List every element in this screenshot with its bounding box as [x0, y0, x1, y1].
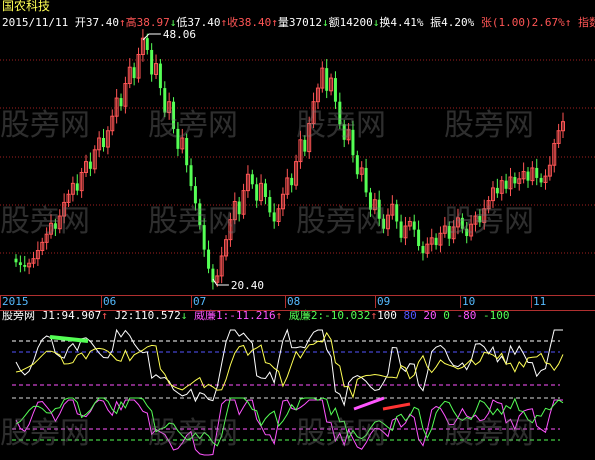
high-leader-line	[142, 33, 161, 41]
candle-body	[535, 167, 539, 178]
candle-body	[250, 174, 254, 185]
candle-body	[268, 196, 272, 213]
candle-body	[333, 78, 337, 102]
candle-body	[163, 88, 167, 113]
candle-body	[102, 137, 106, 148]
candle-body	[417, 229, 421, 246]
quote-segment: ↑	[118, 16, 126, 29]
quote-segment: 振4.20%	[423, 16, 475, 29]
month-label: 09	[377, 295, 391, 308]
stock-name: 国农科技	[2, 0, 51, 13]
candle-body	[465, 228, 469, 236]
candle-body	[526, 171, 530, 181]
candle-body	[150, 49, 154, 75]
candle-body	[119, 98, 123, 107]
quote-segment: 指数	[577, 16, 595, 29]
candle-body	[513, 177, 517, 184]
candle-body	[272, 212, 276, 222]
price-chart[interactable]: 48.06 20.40	[0, 0, 595, 460]
candle-body	[338, 101, 342, 125]
candle-body	[132, 67, 136, 79]
month-tick	[531, 296, 532, 308]
quote-segment: 换4.41%	[379, 16, 424, 29]
month-tick	[101, 296, 102, 308]
month-label: 10	[462, 295, 476, 308]
candle-body	[237, 201, 241, 215]
month-label: 08	[287, 295, 301, 308]
month-label: 11	[533, 295, 547, 308]
month-label: 07	[193, 295, 207, 308]
candle-body	[202, 225, 206, 250]
candle-body	[189, 165, 193, 187]
candle-body	[290, 177, 294, 186]
signal-marker-magenta	[353, 396, 385, 411]
candle-body	[18, 262, 22, 266]
candle-body	[172, 101, 176, 129]
quote-segment: 2015/11/11	[2, 16, 69, 29]
candle-body	[478, 216, 482, 223]
candle-body	[158, 63, 162, 89]
candle-body	[263, 183, 267, 197]
candle-body	[255, 184, 259, 201]
quote-segment: 低37.40	[176, 16, 221, 29]
month-tick	[285, 296, 286, 308]
quote-segment: 收38.40	[227, 16, 272, 29]
candle-body	[460, 217, 464, 229]
month-tick	[460, 296, 461, 308]
stock-chart-window[interactable]: 48.06 20.40 国农科技 2015/11/11 开37.40↑高38.97…	[0, 0, 595, 460]
candle-body	[382, 218, 386, 229]
candle-body	[193, 186, 197, 204]
candle-body	[176, 128, 180, 149]
quote-segment: 高38.97	[125, 16, 170, 29]
candle-body	[539, 177, 543, 183]
candle-body	[395, 204, 399, 222]
month-label: 06	[103, 295, 117, 308]
low-price-label: 20.40	[231, 279, 264, 292]
candle-body	[377, 199, 381, 219]
candle-body	[145, 38, 149, 50]
month-tick	[191, 296, 192, 308]
candle-body	[303, 139, 307, 152]
candle-body	[185, 137, 189, 166]
candle-body	[412, 221, 416, 230]
candle-body	[342, 124, 346, 140]
month-tick	[0, 296, 1, 308]
quote-segment: 额14200	[328, 16, 373, 29]
high-price-label: 48.06	[163, 28, 196, 41]
candle-body	[198, 203, 202, 226]
candle-body	[447, 226, 451, 239]
indicator-lines	[15, 328, 564, 456]
candle-body	[23, 265, 27, 267]
candle-body	[368, 192, 372, 210]
candle-body	[364, 167, 368, 193]
signal-marker-green	[49, 335, 89, 343]
quote-segment: 量37012	[277, 16, 322, 29]
month-tick	[375, 296, 376, 308]
candle-body	[88, 161, 92, 169]
candle-body	[75, 183, 79, 191]
candle-body	[207, 249, 211, 269]
quote-bar: 2015/11/11 开37.40↑高38.97↓低37.40↑收38.40↑量…	[2, 16, 595, 29]
candle-body	[325, 68, 329, 91]
candle-body	[495, 187, 499, 194]
candle-body	[399, 221, 403, 238]
j2-line	[15, 331, 564, 399]
quote-segment: ↑	[271, 16, 278, 29]
grid-lines	[0, 59, 595, 441]
candle-body	[434, 237, 438, 246]
candle-body	[351, 129, 355, 156]
signal-marker-red	[382, 402, 411, 411]
candle-body	[14, 258, 18, 263]
candle-body	[421, 245, 425, 254]
candlesticks	[14, 29, 565, 290]
quote-segment: ↓	[321, 16, 329, 29]
quote-segment: 开37.40	[68, 16, 119, 29]
month-label: 2015	[2, 295, 29, 308]
candle-body	[355, 155, 359, 175]
candle-body	[504, 180, 508, 189]
candle-body	[53, 223, 57, 229]
quote-segment: 张(1.00)2.67%	[474, 16, 565, 29]
